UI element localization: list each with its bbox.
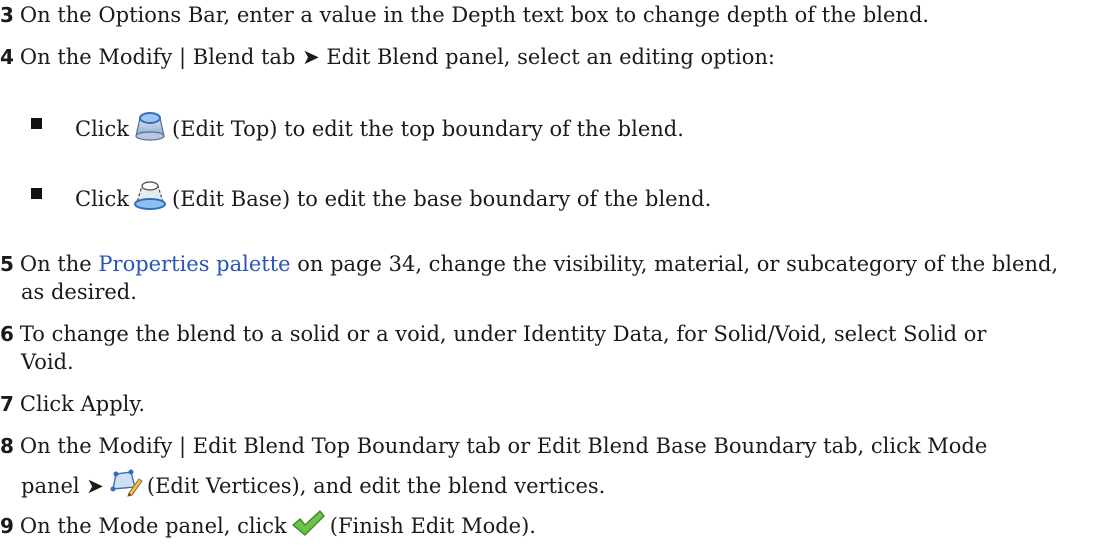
step-text: as desired. [21,280,137,304]
step-4: 4 On the Modify | Blend tab ➤ Edit Blend … [0,44,775,70]
step-text: panel ➤ [21,474,104,498]
step-text: Void. [21,350,74,374]
step-6: 6 To change the blend to a solid or a voi… [0,321,986,347]
step-6-continued: Void. [21,349,74,375]
bullet-edit-top: Click (Edit Top) to edit the top boundar… [75,110,684,142]
bullet-text: (Edit Base) to edit the base boundary of… [172,187,712,211]
bullet-text: Click [75,187,129,211]
step-text: on page 34, change the visibility, mater… [290,252,1059,276]
step-number: 7 [0,392,14,416]
step-text: On the Options Bar, enter a value in the… [19,3,930,27]
step-number: 6 [0,322,14,346]
step-8-continued: panel ➤ (Edit Vertices), and edit the bl… [21,467,605,499]
step-8: 8 On the Modify | Edit Blend Top Boundary… [0,433,987,459]
edit-base-icon [132,180,168,212]
step-number: 5 [0,252,14,276]
step-9: 9 On the Mode panel, click (Finish Edit M… [0,509,536,539]
edit-vertices-icon [107,467,143,499]
step-text: On the Modify | Blend tab ➤ Edit Blend p… [19,45,775,69]
bullet-marker [31,118,42,129]
step-text: On the Mode panel, click [19,514,287,538]
step-3: 3 On the Options Bar, enter a value in th… [0,2,929,28]
step-number: 9 [0,514,14,538]
step-5-continued: as desired. [21,279,137,305]
step-5: 5 On the Properties palette on page 34, c… [0,251,1058,277]
step-number: 3 [0,3,14,27]
step-text: (Edit Vertices), and edit the blend vert… [146,474,606,498]
step-text: Click Apply. [19,392,146,416]
bullet-text: Click [75,117,129,141]
step-text: (Finish Edit Mode). [329,514,536,538]
step-text: To change the blend to a solid or a void… [19,322,987,346]
step-7: 7 Click Apply. [0,391,145,417]
step-number: 4 [0,45,14,69]
checkmark-icon [290,509,326,539]
bullet-text: (Edit Top) to edit the top boundary of t… [172,117,684,141]
bullet-edit-base: Click (Edit Base) to edit the base bound… [75,180,711,212]
properties-palette-link[interactable]: Properties palette [98,252,290,276]
edit-top-icon [132,110,168,142]
step-number: 8 [0,434,14,458]
step-text: On the Modify | Edit Blend Top Boundary … [19,434,988,458]
bullet-marker [31,188,42,199]
step-text: On the [19,252,99,276]
